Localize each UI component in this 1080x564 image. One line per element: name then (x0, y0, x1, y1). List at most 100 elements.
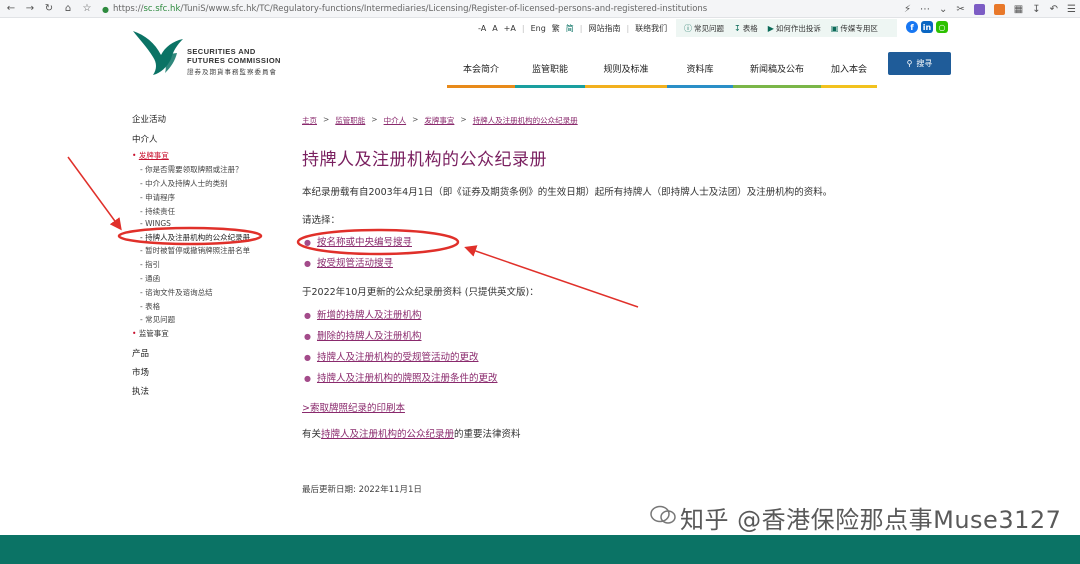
nav-underline (733, 85, 821, 88)
breadcrumb-licensing[interactable]: 发牌事宜 (424, 115, 454, 126)
search-icon: ⚲ (906, 59, 913, 68)
extension-icon[interactable] (973, 3, 985, 15)
address-bar[interactable]: ● https://sc.sfc.hk/TuniS/www.sfc.hk/TC/… (102, 2, 862, 16)
lock-icon: ● (102, 4, 109, 14)
nav-underline (447, 85, 515, 88)
megaphone-icon: ▶ (767, 23, 774, 33)
sidebar-subitem[interactable]: - 指引 (140, 259, 160, 270)
font-smaller-button[interactable]: -A (478, 24, 486, 33)
wechat-icon[interactable]: ○ (936, 21, 948, 33)
quick-links: ⓘ 常见问题 ↧ 表格 ▶ 如何作出投诉 ▣ 传媒专用区 (676, 19, 897, 37)
grid-icon[interactable]: ▦ (1014, 4, 1023, 15)
sidebar-subitem[interactable]: - 谘询文件及谘询总结 (140, 287, 213, 298)
sidebar-subitem[interactable]: - 你是否需要领取牌照或注册？ (140, 164, 243, 175)
back-icon[interactable]: ← (3, 1, 19, 17)
divider: | (521, 23, 525, 33)
sidebar-item-markets[interactable]: 市场 (132, 366, 149, 378)
watermark-text: 知乎 @香港保险那点事Muse3127 (680, 506, 1062, 534)
sidebar-item-enforcement[interactable]: 执法 (132, 385, 149, 397)
sidebar-subitem[interactable]: - 暂时被暂停或撤销牌照注册名单 (140, 245, 250, 256)
nav-careers[interactable]: 加入本会 (821, 62, 877, 88)
download-icon[interactable]: ↧ (1032, 4, 1040, 15)
update-heading: 于2022年10月更新的公众纪录册资料 (只提供英文版)： (302, 287, 539, 298)
bullet-icon: ● (304, 311, 311, 320)
sidebar-subitem[interactable]: - 申请程序 (140, 192, 175, 203)
reload-icon[interactable]: ↻ (41, 1, 57, 17)
font-larger-button[interactable]: +A (504, 24, 516, 33)
removed-licensees-link[interactable]: 删除的持牌人及注册机构 (317, 331, 422, 342)
lang-english[interactable]: Eng (531, 24, 546, 33)
breadcrumb-home[interactable]: 主页 (302, 115, 317, 126)
condition-changes-link[interactable]: 持牌人及注册机构的牌照及注册条件的更改 (317, 373, 498, 384)
menu-icon[interactable]: ☰ (1067, 4, 1076, 15)
search-option-name[interactable]: ● 按名称或中央编号搜寻 (304, 234, 412, 248)
page-title: 持牌人及注册机构的公众纪录册 (302, 150, 547, 170)
nav-news[interactable]: 新闻稿及公布 (733, 62, 821, 88)
sidebar-item-products[interactable]: 产品 (132, 347, 149, 359)
nav-underline (585, 85, 667, 88)
search-by-activity-link[interactable]: 按受规管活动搜寻 (317, 258, 393, 269)
browser-toolbar: ← → ↻ ⌂ ☆ ● https://sc.sfc.hk/TuniS/www.… (0, 0, 1080, 18)
sidebar-item-corporate[interactable]: 企业活动 (132, 113, 166, 125)
new-licensees-link[interactable]: 新增的持牌人及注册机构 (317, 310, 422, 321)
sidebar-item-licensing[interactable]: • 发牌事宜 (132, 150, 169, 161)
print-copy-link[interactable]: >索取牌照纪录的印刷本 (302, 400, 405, 414)
flash-icon[interactable]: ⚡ (904, 4, 911, 15)
sidebar-subitem-register[interactable]: - 持牌人及注册机构的公众纪录册 (140, 232, 250, 243)
sidebar-subitem[interactable]: - 中介人及持牌人士的类别 (140, 178, 228, 189)
nav-rules-standards[interactable]: 规则及标准 (585, 62, 667, 88)
sidebar-subitem[interactable]: - 持续责任 (140, 206, 175, 217)
breadcrumb-intermediaries[interactable]: 中介人 (384, 115, 407, 126)
complaint-link[interactable]: ▶ 如何作出投诉 (768, 23, 821, 34)
sidebar-item-intermediaries[interactable]: 中介人 (132, 133, 158, 145)
font-normal-button[interactable]: A (492, 24, 497, 33)
nav-regulatory-functions[interactable]: 监管职能 (515, 62, 585, 88)
url-host: sc.sfc.hk (143, 4, 181, 14)
annotation-arrow-right (464, 245, 639, 308)
sidebar-subitem[interactable]: - 通函 (140, 273, 160, 284)
legal-register-link[interactable]: 持牌人及注册机构的公众纪录册 (321, 429, 454, 440)
bullet-icon: ● (304, 332, 311, 341)
search-by-name-link[interactable]: 按名称或中央编号搜寻 (317, 237, 412, 248)
download-icon: ↧ (734, 23, 741, 33)
update-item[interactable]: ● 新增的持牌人及注册机构 (304, 307, 422, 321)
extension-icon[interactable] (993, 3, 1005, 15)
search-button[interactable]: ⚲ 搜寻 (888, 52, 951, 75)
lang-traditional[interactable]: 繁 (552, 23, 560, 34)
linkedin-icon[interactable]: in (921, 21, 933, 33)
sidebar-item-supervision[interactable]: • 监管事宜 (132, 328, 169, 339)
breadcrumb-separator: > (371, 115, 378, 124)
legal-info: 有关持牌人及注册机构的公众纪录册的重要法律资料 (302, 429, 521, 440)
home-icon[interactable]: ⌂ (60, 1, 76, 17)
more-icon[interactable]: ⋯ (920, 4, 930, 15)
faq-link[interactable]: ⓘ 常见问题 (684, 23, 724, 34)
nav-underline (821, 85, 877, 88)
forward-icon[interactable]: → (22, 1, 38, 17)
zhihu-watermark-icon (650, 505, 676, 524)
breadcrumb-current[interactable]: 持牌人及注册机构的公众纪录册 (473, 115, 578, 126)
update-item[interactable]: ● 删除的持牌人及注册机构 (304, 328, 422, 342)
sitemap-link[interactable]: 网站指南 (588, 23, 620, 34)
nav-about[interactable]: 本会简介 (447, 62, 515, 88)
chevron-down-icon[interactable]: ⌄ (939, 4, 947, 15)
main-navigation: 本会简介 监管职能 规则及标准 资料库 新闻稿及公布 加入本会 (447, 62, 877, 88)
forms-link[interactable]: ↧ 表格 (734, 23, 758, 34)
media-link[interactable]: ▣ 传媒专用区 (831, 23, 878, 34)
update-item[interactable]: ● 持牌人及注册机构的受规管活动的更改 (304, 349, 479, 363)
nav-underline (515, 85, 585, 88)
scissors-icon[interactable]: ✂ (956, 4, 964, 15)
update-item[interactable]: ● 持牌人及注册机构的牌照及注册条件的更改 (304, 370, 498, 384)
facebook-icon[interactable]: f (906, 21, 918, 33)
activity-changes-link[interactable]: 持牌人及注册机构的受规管活动的更改 (317, 352, 479, 363)
lang-simplified[interactable]: 简 (566, 23, 574, 34)
sidebar-subitem[interactable]: - WINGS (140, 219, 171, 228)
nav-database[interactable]: 资料库 (667, 62, 733, 88)
search-option-activity[interactable]: ● 按受规管活动搜寻 (304, 255, 393, 269)
bookmark-icon[interactable]: ☆ (79, 1, 95, 17)
contact-link[interactable]: 联络我们 (635, 23, 667, 34)
social-links: f in ○ (906, 21, 948, 33)
breadcrumb-regulatory[interactable]: 监管职能 (335, 115, 365, 126)
sidebar-subitem[interactable]: - 表格 (140, 301, 160, 312)
sidebar-subitem[interactable]: - 常见问题 (140, 314, 175, 325)
undo-icon[interactable]: ↶ (1050, 4, 1058, 15)
